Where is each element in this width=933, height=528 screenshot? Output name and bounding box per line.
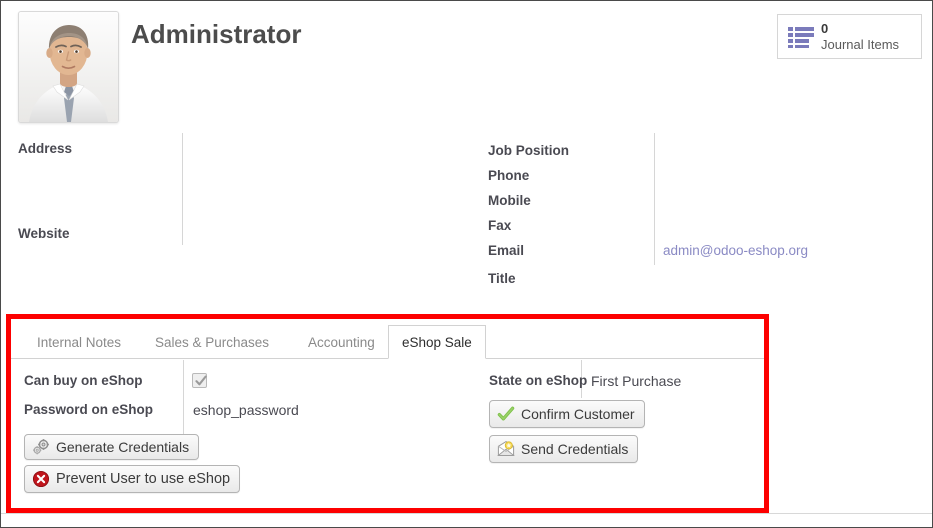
field-label-email: Email (488, 243, 525, 258)
tab-sales-purchases[interactable]: Sales & Purchases (141, 325, 283, 359)
prevent-user-button[interactable]: Prevent User to use eShop (24, 465, 241, 493)
field-label-title: Title (488, 271, 516, 286)
red-x-circle-icon (32, 470, 50, 488)
eshop-panel-left: Can buy on eShop Password on eShop eshop… (11, 360, 471, 508)
fields-area: Address Website Job Position Phone Mobil… (1, 129, 932, 304)
record-form-page: Administrator 0 Journal Items Address We… (0, 0, 933, 528)
column-divider (183, 360, 184, 438)
field-value-state-on-eshop: First Purchase (591, 373, 682, 389)
can-buy-on-eshop-checkbox[interactable] (192, 373, 207, 388)
page-title: Administrator (131, 19, 302, 49)
field-value-email-link[interactable]: admin@odoo-eshop.org (663, 243, 808, 258)
confirm-customer-label: Confirm Customer (521, 406, 635, 422)
list-icon (788, 25, 814, 49)
envelope-icon (497, 440, 515, 458)
prevent-user-label: Prevent User to use eShop (56, 470, 231, 487)
tab-eshop-sale[interactable]: eShop Sale (388, 325, 486, 359)
field-label-password-on-eshop: Password on eShop (24, 402, 154, 417)
notebook-tabbar: Internal Notes Sales & Purchases Account… (11, 319, 764, 359)
field-label-mobile: Mobile (488, 193, 531, 208)
record-header: Administrator 0 Journal Items (1, 1, 932, 126)
gears-icon (32, 438, 50, 456)
generate-credentials-label: Generate Credentials (56, 439, 190, 455)
send-credentials-label: Send Credentials (521, 441, 629, 457)
journal-items-stat-button[interactable]: 0 Journal Items (777, 14, 922, 59)
column-divider (654, 133, 655, 265)
column-divider (182, 133, 183, 245)
green-check-icon (497, 405, 515, 423)
journal-items-label: Journal Items (821, 36, 900, 52)
tab-internal-notes[interactable]: Internal Notes (23, 325, 135, 359)
tabpanel-eshop-sale: Can buy on eShop Password on eShop eshop… (11, 360, 764, 508)
field-label-can-buy-on-eshop: Can buy on eShop (24, 373, 143, 388)
eshop-panel-right: State on eShop First Purchase Confirm Cu… (476, 360, 764, 508)
tab-accounting[interactable]: Accounting (294, 325, 389, 359)
field-label-state-on-eshop: State on eShop (489, 373, 588, 388)
field-value-password-on-eshop[interactable]: eshop_password (193, 402, 299, 418)
fields-column-left: Address Website (1, 129, 467, 247)
fields-column-right: Job Position Phone Mobile Fax Email admi… (471, 129, 932, 286)
send-credentials-button[interactable]: Send Credentials (489, 435, 639, 463)
field-label-fax: Fax (488, 218, 512, 233)
notebook: Internal Notes Sales & Purchases Account… (11, 319, 764, 508)
field-label-job-position: Job Position (488, 143, 569, 158)
avatar (18, 11, 119, 123)
field-label-address: Address (18, 141, 73, 156)
field-label-website: Website (18, 226, 70, 241)
generate-credentials-button[interactable]: Generate Credentials (24, 434, 200, 460)
confirm-customer-button[interactable]: Confirm Customer (489, 400, 645, 428)
journal-items-count: 0 (821, 20, 829, 36)
field-label-phone: Phone (488, 168, 530, 183)
page-bottom-rule (1, 513, 932, 514)
